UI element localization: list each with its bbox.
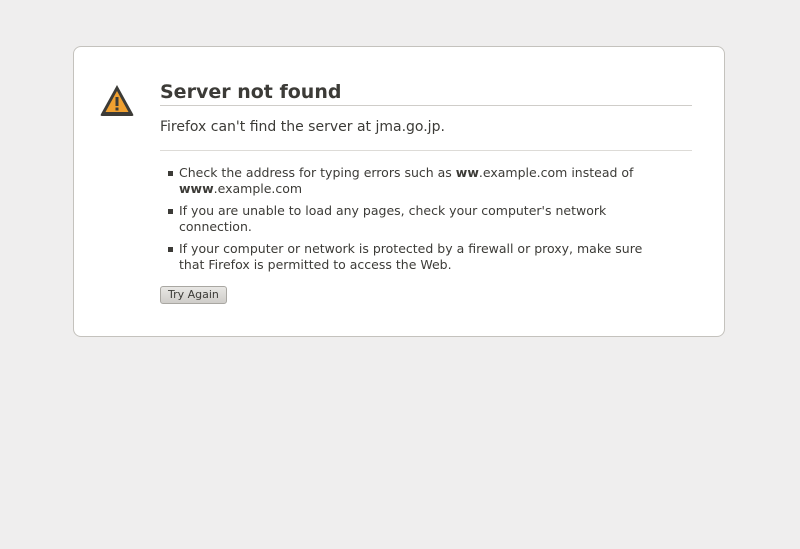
suggestion-bold: ww	[455, 165, 479, 180]
error-title: Server not found	[160, 80, 692, 106]
suggestion-bold: www	[179, 181, 214, 196]
suggestion-text: .example.com	[213, 181, 303, 196]
suggestion-text: Check the address for typing errors such…	[179, 165, 456, 180]
suggestion-item: Check the address for typing errors such…	[160, 165, 660, 197]
try-again-button[interactable]: Try Again	[160, 286, 227, 304]
suggestion-list: Check the address for typing errors such…	[160, 165, 660, 279]
suggestion-item: If your computer or network is protected…	[160, 241, 660, 273]
error-page-container: Server not found Firefox can't find the …	[73, 46, 725, 337]
warning-icon	[100, 85, 134, 116]
error-short-description: Firefox can't find the server at jma.go.…	[160, 118, 692, 151]
suggestion-text: .example.com instead of	[478, 165, 634, 180]
suggestion-item: If you are unable to load any pages, che…	[160, 203, 660, 235]
